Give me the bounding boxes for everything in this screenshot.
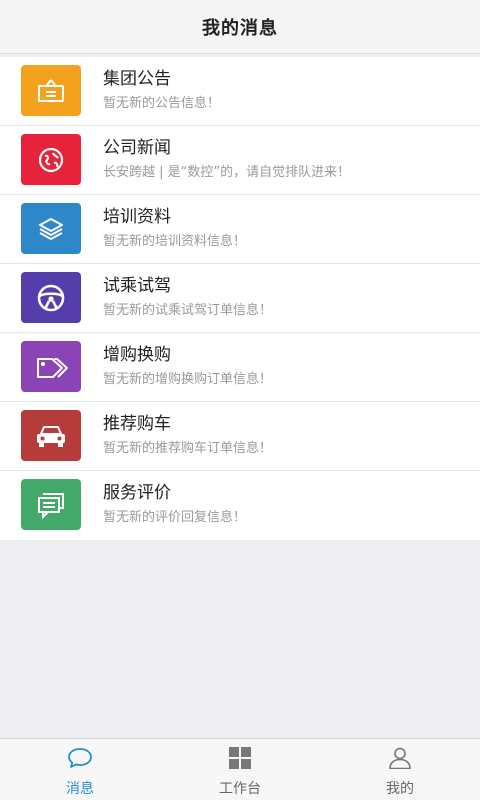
message-title: 推荐购车 [103, 414, 171, 434]
tab-label: 我的 [386, 781, 414, 797]
message-subtitle: 长安跨越 | 是“数控”的，请自觉排队进来！ [103, 165, 351, 180]
message-item-service-review[interactable]: 服务评价 暂无新的评价回复信息！ [0, 471, 480, 540]
steering-wheel-icon [21, 272, 81, 323]
layers-icon [21, 203, 81, 254]
message-subtitle: 暂无新的试乘试驾订单信息！ [103, 303, 273, 318]
message-title: 集团公告 [103, 69, 171, 89]
message-title: 培训资料 [103, 207, 171, 227]
announcement-board-icon [21, 65, 81, 116]
user-icon [388, 747, 412, 773]
app-root: 我的消息 集团公告 暂无新的公告信息！ 公司新闻 长安跨越 | 是“数控”的，请… [0, 0, 480, 800]
message-item-recommend-purchase[interactable]: 推荐购车 暂无新的推荐购车订单信息！ [0, 402, 480, 471]
globe-news-icon [21, 134, 81, 185]
message-subtitle: 暂无新的增购换购订单信息！ [103, 372, 273, 387]
message-title: 服务评价 [103, 483, 171, 503]
header-bar: 我的消息 [0, 0, 480, 54]
message-subtitle: 暂无新的推荐购车订单信息！ [103, 441, 273, 456]
message-subtitle: 暂无新的培训资料信息！ [103, 234, 247, 249]
message-item-training-materials[interactable]: 培训资料 暂无新的培训资料信息！ [0, 195, 480, 264]
message-subtitle: 暂无新的公告信息！ [103, 96, 221, 111]
message-item-additional-purchase[interactable]: 增购换购 暂无新的增购换购订单信息！ [0, 333, 480, 402]
tab-mine[interactable]: 我的 [320, 739, 480, 800]
message-item-company-news[interactable]: 公司新闻 长安跨越 | 是“数控”的，请自觉排队进来！ [0, 126, 480, 195]
message-item-group-announcement[interactable]: 集团公告 暂无新的公告信息！ [0, 57, 480, 126]
message-title: 增购换购 [103, 345, 171, 365]
message-title: 公司新闻 [103, 138, 171, 158]
message-subtitle: 暂无新的评价回复信息！ [103, 510, 247, 525]
message-item-test-drive[interactable]: 试乘试驾 暂无新的试乘试驾订单信息！ [0, 264, 480, 333]
chat-review-icon [21, 479, 81, 530]
message-title: 试乘试驾 [103, 276, 171, 296]
tab-label: 工作台 [219, 781, 261, 797]
tab-messages[interactable]: 消息 [0, 739, 160, 800]
tags-icon [21, 341, 81, 392]
message-list: 集团公告 暂无新的公告信息！ 公司新闻 长安跨越 | 是“数控”的，请自觉排队进… [0, 57, 480, 540]
tab-label: 消息 [66, 781, 94, 797]
bottom-tab-bar: 消息 工作台 我的 [0, 738, 480, 800]
chat-bubble-icon [67, 747, 93, 773]
tab-workbench[interactable]: 工作台 [160, 739, 320, 800]
car-icon [21, 410, 81, 461]
page-title: 我的消息 [202, 17, 278, 39]
grid-icon [228, 747, 252, 773]
